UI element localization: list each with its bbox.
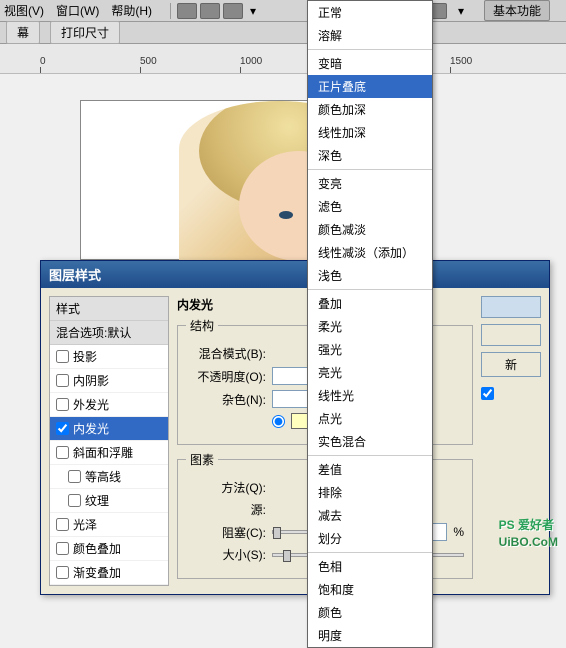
blend-saturation[interactable]: 饱和度 [308, 578, 432, 601]
layer-style-dialog: 图层样式 样式 混合选项:默认 投影 内阴影 外发光 内发光 斜面和浮雕 等高线… [40, 260, 550, 595]
blend-difference[interactable]: 差值 [308, 458, 432, 481]
ruler-tick: 1000 [240, 56, 262, 73]
ruler: 0 500 1000 1500 [0, 44, 566, 74]
style-drop-shadow[interactable]: 投影 [50, 345, 168, 369]
dialog-title: 图层样式 [41, 261, 549, 288]
blend-screen[interactable]: 滤色 [308, 195, 432, 218]
blend-color-dodge[interactable]: 颜色减淡 [308, 218, 432, 241]
blend-darken[interactable]: 变暗 [308, 52, 432, 75]
blend-divide[interactable]: 划分 [308, 527, 432, 550]
workspace-button[interactable]: 基本功能 [484, 0, 550, 21]
checkbox[interactable] [56, 566, 69, 579]
watermark: PS 爱好者 UiBO.CoM [499, 516, 558, 549]
print-size-button[interactable]: 打印尺寸 [50, 21, 120, 44]
pct-label: % [453, 525, 464, 539]
blend-subtract[interactable]: 减去 [308, 504, 432, 527]
style-inner-shadow[interactable]: 内阴影 [50, 369, 168, 393]
ruler-tick: 0 [40, 56, 46, 73]
checkbox[interactable] [56, 422, 69, 435]
style-bevel-emboss[interactable]: 斜面和浮雕 [50, 441, 168, 465]
noise-input[interactable] [272, 390, 312, 408]
checkbox[interactable] [56, 350, 69, 363]
blend-mode-label: 混合模式(B): [186, 345, 266, 362]
ok-button[interactable] [481, 296, 541, 318]
options-bar: 幕 打印尺寸 [0, 22, 566, 44]
blend-normal[interactable]: 正常 [308, 1, 432, 24]
style-gradient-overlay[interactable]: 渐变叠加 [50, 561, 168, 585]
blend-overlay[interactable]: 叠加 [308, 292, 432, 315]
style-satin[interactable]: 光泽 [50, 513, 168, 537]
separator [170, 3, 171, 19]
blend-multiply[interactable]: 正片叠底 [308, 75, 432, 98]
menu-separator [308, 169, 432, 170]
color-radio[interactable] [272, 415, 285, 428]
blend-hard-light[interactable]: 强光 [308, 338, 432, 361]
structure-legend: 结构 [186, 317, 218, 334]
style-contour[interactable]: 等高线 [50, 465, 168, 489]
ruler-tick: 500 [140, 56, 157, 73]
menu-view[interactable]: 视图(V) [4, 2, 44, 19]
menu-help[interactable]: 帮助(H) [111, 2, 152, 19]
blend-color[interactable]: 颜色 [308, 601, 432, 624]
checkbox[interactable] [56, 542, 69, 555]
style-texture[interactable]: 纹理 [50, 489, 168, 513]
checkbox[interactable] [56, 446, 69, 459]
preview-checkbox[interactable] [481, 387, 494, 400]
checkbox[interactable] [56, 518, 69, 531]
chevron-down-icon[interactable]: ▾ [454, 4, 468, 18]
blend-linear-light[interactable]: 线性光 [308, 384, 432, 407]
menu-separator [308, 49, 432, 50]
blend-vivid-light[interactable]: 亮光 [308, 361, 432, 384]
cancel-button[interactable] [481, 324, 541, 346]
blend-darker-color[interactable]: 深色 [308, 144, 432, 167]
blend-linear-dodge[interactable]: 线性减淡（添加） [308, 241, 432, 264]
menu-separator [308, 289, 432, 290]
styles-header[interactable]: 样式 [50, 297, 168, 321]
blend-pin-light[interactable]: 点光 [308, 407, 432, 430]
blend-lighten[interactable]: 变亮 [308, 172, 432, 195]
ruler-tick: 1500 [450, 56, 472, 73]
opacity-input[interactable] [272, 367, 312, 385]
watermark-tag: PS 爱好者 [499, 518, 554, 532]
checkbox[interactable] [68, 470, 81, 483]
watermark-text: UiBO.CoM [499, 535, 558, 549]
blend-luminosity[interactable]: 明度 [308, 624, 432, 647]
source-label: 源: [186, 501, 266, 518]
blend-soft-light[interactable]: 柔光 [308, 315, 432, 338]
opacity-label: 不透明度(O): [186, 368, 266, 385]
elements-legend: 图素 [186, 451, 218, 468]
blend-color-burn[interactable]: 颜色加深 [308, 98, 432, 121]
blend-mode-menu: 正常 溶解 变暗 正片叠底 颜色加深 线性加深 深色 变亮 滤色 颜色减淡 线性… [307, 0, 433, 648]
fit-screen-button[interactable]: 幕 [6, 21, 40, 44]
checkbox[interactable] [56, 374, 69, 387]
menu-bar: 视图(V) 窗口(W) 帮助(H) ▾ ▾ 基本功能 [0, 0, 566, 22]
noise-label: 杂色(N): [186, 391, 266, 408]
chevron-down-icon[interactable]: ▾ [246, 4, 260, 18]
menu-window[interactable]: 窗口(W) [56, 2, 99, 19]
style-color-overlay[interactable]: 颜色叠加 [50, 537, 168, 561]
screen-mode-icon[interactable] [223, 3, 243, 19]
checkbox[interactable] [56, 398, 69, 411]
checkbox[interactable] [68, 494, 81, 507]
blend-hue[interactable]: 色相 [308, 555, 432, 578]
new-style-button[interactable]: 新 [481, 352, 541, 377]
menu-separator [308, 455, 432, 456]
blend-lighter-color[interactable]: 浅色 [308, 264, 432, 287]
blending-options-header[interactable]: 混合选项:默认 [50, 321, 168, 345]
blend-linear-burn[interactable]: 线性加深 [308, 121, 432, 144]
size-label: 大小(S): [186, 546, 266, 563]
choke-label: 阻塞(C): [186, 524, 266, 541]
bridge-icon[interactable] [177, 3, 197, 19]
blend-exclusion[interactable]: 排除 [308, 481, 432, 504]
blend-hard-mix[interactable]: 实色混合 [308, 430, 432, 453]
blend-dissolve[interactable]: 溶解 [308, 24, 432, 47]
style-inner-glow[interactable]: 内发光 [50, 417, 168, 441]
technique-label: 方法(Q): [186, 479, 266, 496]
styles-list: 样式 混合选项:默认 投影 内阴影 外发光 内发光 斜面和浮雕 等高线 纹理 光… [49, 296, 169, 586]
mini-bridge-icon[interactable] [200, 3, 220, 19]
style-outer-glow[interactable]: 外发光 [50, 393, 168, 417]
